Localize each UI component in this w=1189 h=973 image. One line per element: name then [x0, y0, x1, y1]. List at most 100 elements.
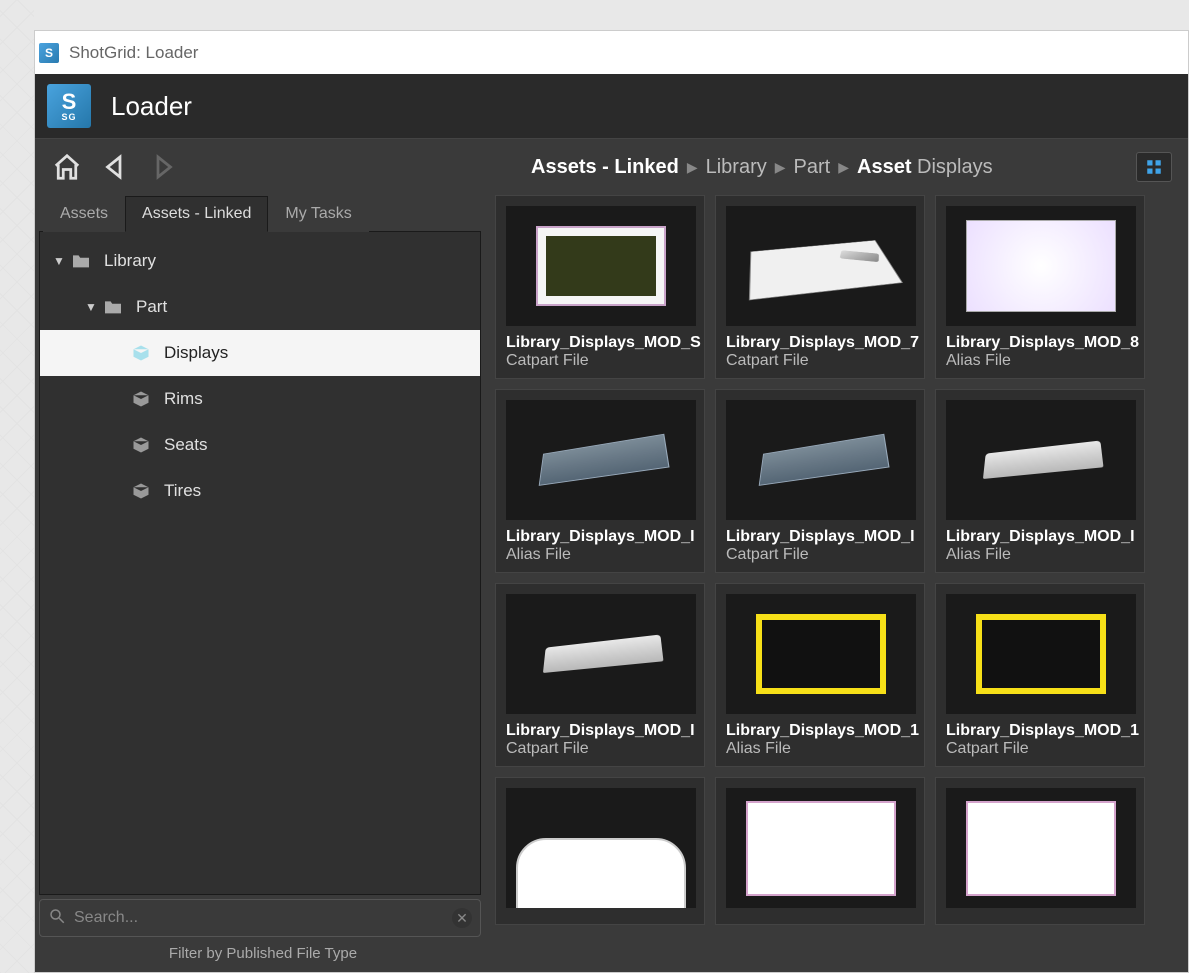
back-icon — [100, 152, 130, 182]
card-subtitle: Alias File — [496, 546, 704, 564]
tab-assets-linked[interactable]: Assets - Linked — [125, 196, 268, 232]
tree-label: Tires — [164, 481, 201, 501]
breadcrumb-part[interactable]: Part — [794, 156, 831, 179]
card-subtitle: Catpart File — [936, 740, 1144, 758]
card-title: Library_Displays_MOD_8 — [936, 334, 1144, 352]
card-title: Library_Displays_MOD_I — [936, 528, 1144, 546]
view-toggle — [1136, 152, 1172, 182]
toolbar: Assets - Linked ▶ Library ▶ Part ▶ Asset… — [35, 139, 1188, 195]
card-subtitle: Alias File — [716, 740, 924, 758]
asset-thumbnail — [726, 400, 916, 520]
breadcrumb-leaf: Asset Displays — [857, 156, 993, 179]
breadcrumb-leaf-text: Displays — [917, 156, 993, 178]
asset-card[interactable]: Library_Displays_MOD_ICatpart File — [715, 389, 925, 573]
asset-thumbnail — [946, 788, 1136, 908]
card-subtitle: Catpart File — [716, 352, 924, 370]
asset-card[interactable] — [495, 777, 705, 925]
asset-card[interactable]: Library_Displays_MOD_IAlias File — [495, 389, 705, 573]
window-title: ShotGrid: Loader — [69, 43, 198, 63]
folder-icon — [70, 250, 92, 272]
filter-label[interactable]: Filter by Published File Type — [39, 939, 487, 972]
collapse-icon[interactable]: ▼ — [48, 254, 70, 268]
grid-icon — [1145, 158, 1163, 176]
tab-assets[interactable]: Assets — [43, 196, 125, 232]
asset-thumbnail — [946, 206, 1136, 326]
card-subtitle: Alias File — [936, 352, 1144, 370]
home-button[interactable] — [47, 147, 87, 187]
titlebar-icon: S — [39, 43, 59, 63]
app-title: Loader — [111, 91, 192, 122]
chevron-right-icon: ▶ — [687, 159, 698, 176]
chevron-right-icon: ▶ — [775, 159, 786, 176]
folder-icon — [102, 296, 124, 318]
grid-view-button[interactable] — [1137, 153, 1171, 181]
card-title: Library_Displays_MOD_1 — [936, 722, 1144, 740]
clear-search-button[interactable]: ✕ — [452, 908, 472, 928]
card-title: Library_Displays_MOD_I — [496, 528, 704, 546]
asset-thumbnail — [946, 594, 1136, 714]
asset-card[interactable]: Library_Displays_MOD_SCatpart File — [495, 195, 705, 379]
tree-item-part[interactable]: ▼ Part — [40, 284, 480, 330]
breadcrumb-root[interactable]: Assets - Linked — [531, 156, 679, 179]
tree-label: Part — [136, 297, 167, 317]
card-subtitle: Catpart File — [716, 546, 924, 564]
card-title: Library_Displays_MOD_1 — [716, 722, 924, 740]
app-logo-icon: S SG — [47, 84, 91, 128]
asset-thumbnail — [506, 594, 696, 714]
asset-card[interactable]: Library_Displays_MOD_IAlias File — [935, 389, 1145, 573]
asset-thumbnail — [726, 788, 916, 908]
tree-label: Displays — [164, 343, 228, 363]
left-panel: Assets Assets - Linked My Tasks ▼ Librar… — [39, 195, 487, 972]
background-deco — [0, 0, 34, 973]
tree-item-seats[interactable]: Seats — [40, 422, 480, 468]
asset-thumbnail — [726, 206, 916, 326]
asset-grid: Library_Displays_MOD_SCatpart FileLibrar… — [495, 195, 1188, 925]
tabs-row: Assets Assets - Linked My Tasks — [39, 195, 487, 231]
collapse-icon[interactable]: ▼ — [80, 300, 102, 314]
breadcrumb-leaf-strong: Asset — [857, 156, 911, 178]
tree-item-rims[interactable]: Rims — [40, 376, 480, 422]
cube-icon — [130, 342, 152, 364]
home-icon — [52, 152, 82, 182]
asset-card[interactable] — [715, 777, 925, 925]
search-input[interactable] — [66, 909, 452, 927]
card-subtitle: Catpart File — [496, 740, 704, 758]
asset-thumbnail — [726, 594, 916, 714]
asset-card[interactable]: Library_Displays_MOD_1Catpart File — [935, 583, 1145, 767]
cube-icon — [130, 434, 152, 456]
content: Assets Assets - Linked My Tasks ▼ Librar… — [35, 195, 1188, 972]
back-button[interactable] — [95, 147, 135, 187]
card-subtitle: Catpart File — [496, 352, 704, 370]
forward-button[interactable] — [143, 147, 183, 187]
chevron-right-icon: ▶ — [838, 159, 849, 176]
asset-card[interactable]: Library_Displays_MOD_ICatpart File — [495, 583, 705, 767]
breadcrumb-library[interactable]: Library — [706, 156, 767, 179]
tree-label: Library — [104, 251, 156, 271]
search-icon — [48, 907, 66, 930]
tree-item-tires[interactable]: Tires — [40, 468, 480, 514]
card-subtitle: Alias File — [936, 546, 1144, 564]
titlebar: S ShotGrid: Loader — [35, 31, 1188, 74]
tab-my-tasks[interactable]: My Tasks — [268, 196, 368, 232]
asset-thumbnail — [506, 206, 696, 326]
app-logo-sub: SG — [61, 113, 76, 122]
card-title: Library_Displays_MOD_I — [496, 722, 704, 740]
asset-card[interactable]: Library_Displays_MOD_8Alias File — [935, 195, 1145, 379]
right-panel: Library_Displays_MOD_SCatpart FileLibrar… — [487, 195, 1188, 972]
card-title: Library_Displays_MOD_S — [496, 334, 704, 352]
cube-icon — [130, 388, 152, 410]
app-logo-letter: S — [62, 91, 77, 113]
cube-icon — [130, 480, 152, 502]
search-row: ✕ — [39, 899, 481, 937]
tree: ▼ Library ▼ Part — [40, 232, 480, 514]
tree-item-library[interactable]: ▼ Library — [40, 238, 480, 284]
asset-card[interactable] — [935, 777, 1145, 925]
forward-icon — [148, 152, 178, 182]
card-title: Library_Displays_MOD_7 — [716, 334, 924, 352]
asset-thumbnail — [506, 400, 696, 520]
tree-label: Rims — [164, 389, 203, 409]
asset-card[interactable]: Library_Displays_MOD_7Catpart File — [715, 195, 925, 379]
tree-item-displays[interactable]: Displays — [40, 330, 480, 376]
app-window: S ShotGrid: Loader S SG Loader Assets - … — [34, 30, 1189, 973]
asset-card[interactable]: Library_Displays_MOD_1Alias File — [715, 583, 925, 767]
